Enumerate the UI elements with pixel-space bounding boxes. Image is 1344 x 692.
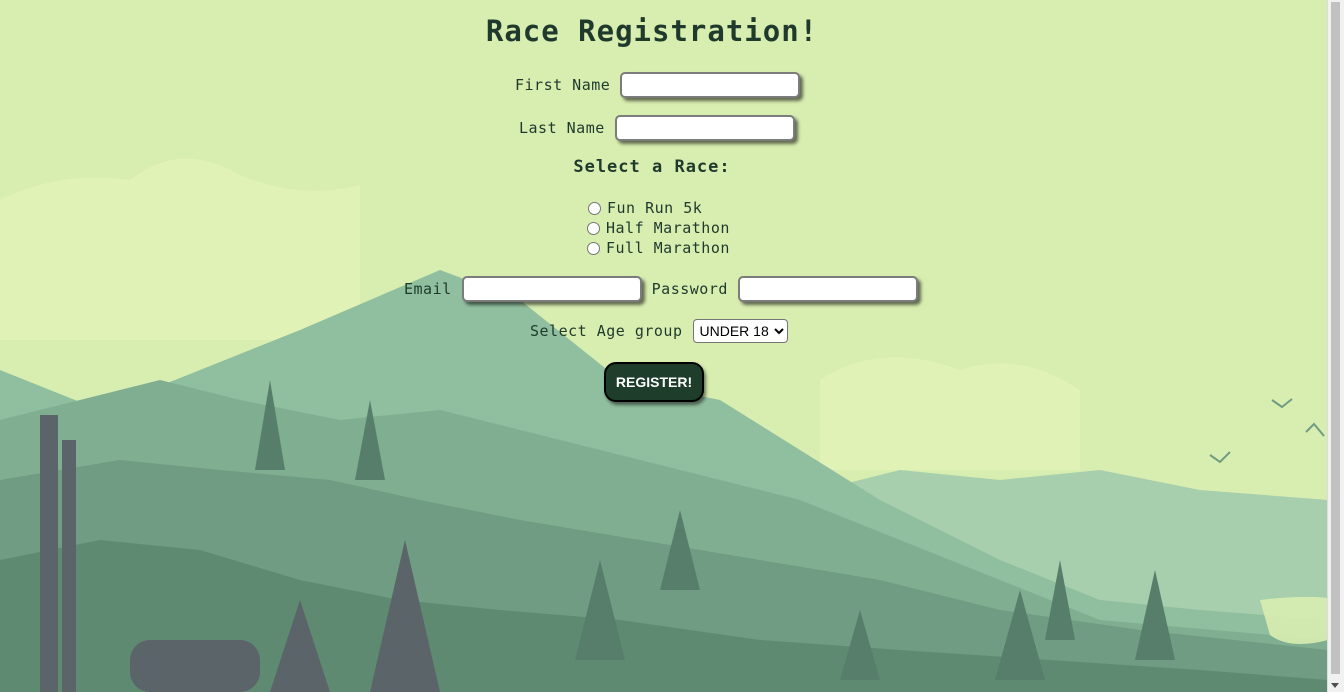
email-label: Email xyxy=(404,280,452,298)
race-option-full-marathon[interactable]: Full Marathon xyxy=(587,239,730,257)
race-option-fun-run[interactable]: Fun Run 5k xyxy=(588,199,702,217)
password-label: Password xyxy=(651,280,728,298)
scroll-down-arrow-icon[interactable] xyxy=(1331,683,1339,688)
race-heading: Select a Race: xyxy=(573,157,731,177)
age-group-row: Select Age group UNDER 18 xyxy=(530,319,788,343)
first-name-label: First Name xyxy=(515,76,611,94)
age-group-select[interactable]: UNDER 18 xyxy=(692,319,788,343)
radio-button[interactable] xyxy=(587,221,600,235)
age-group-label: Select Age group xyxy=(530,322,683,340)
race-option-label: Fun Run 5k xyxy=(607,199,703,217)
radio-button[interactable] xyxy=(587,241,600,255)
first-name-input[interactable] xyxy=(620,72,801,98)
last-name-input[interactable] xyxy=(614,115,795,141)
page-title: Race Registration! xyxy=(485,14,819,48)
password-input[interactable] xyxy=(737,276,918,302)
radio-button[interactable] xyxy=(588,201,601,215)
race-option-half-marathon[interactable]: Half Marathon xyxy=(587,219,730,237)
vertical-scrollbar[interactable] xyxy=(1327,0,1344,692)
register-button[interactable]: REGISTER! xyxy=(604,362,704,402)
race-option-label: Full Marathon xyxy=(606,239,730,257)
scrollbar-thumb[interactable] xyxy=(1331,2,1340,674)
credentials-row: Email Password xyxy=(404,276,918,302)
last-name-row: Last Name xyxy=(519,115,795,141)
race-option-label: Half Marathon xyxy=(606,219,730,237)
first-name-row: First Name xyxy=(515,72,801,98)
email-input[interactable] xyxy=(461,276,642,302)
last-name-label: Last Name xyxy=(519,119,605,137)
mountain-forest-background xyxy=(0,0,1328,692)
